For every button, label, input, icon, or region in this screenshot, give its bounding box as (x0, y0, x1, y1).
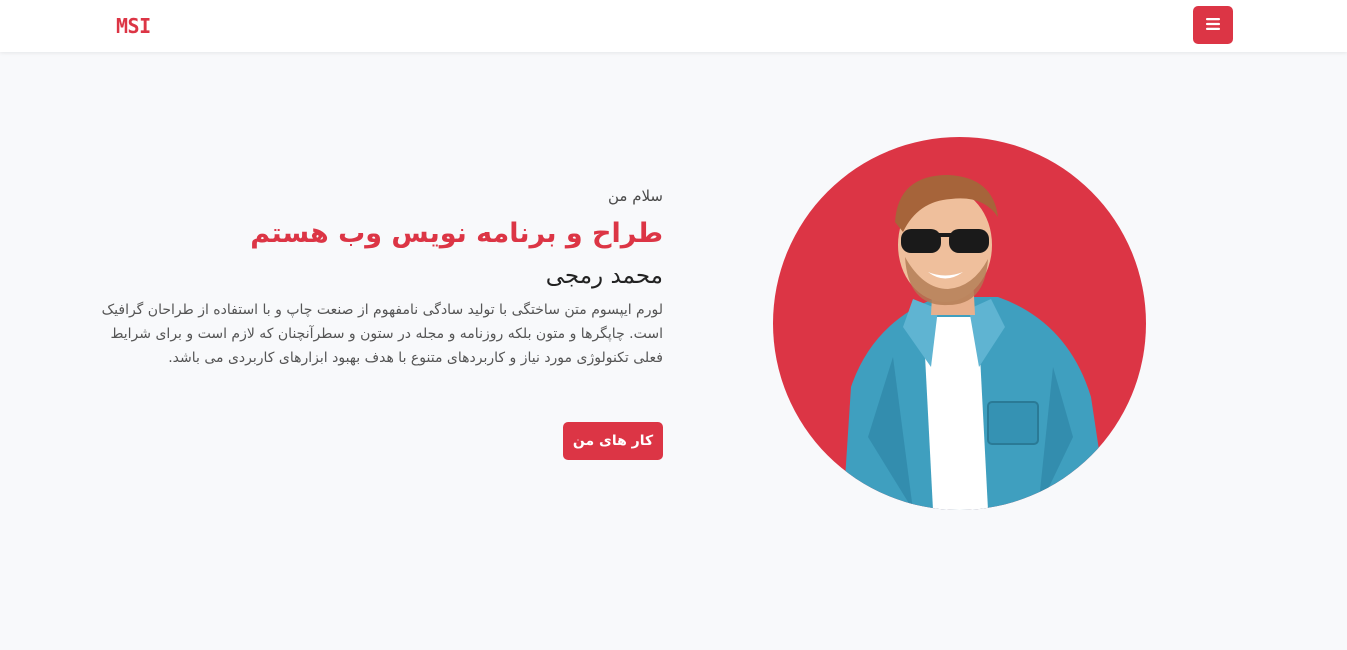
menu-toggle-button[interactable] (1193, 6, 1233, 44)
navbar: MSI (0, 0, 1347, 52)
my-works-button[interactable]: کار های من (563, 422, 663, 460)
brand-logo[interactable]: MSI (116, 14, 151, 38)
hero-greeting: سلام من (607, 187, 663, 205)
hero-description: لورم ایپسوم متن ساختگی با تولید سادگی نا… (101, 302, 663, 366)
hero-name: محمد رمجی (545, 263, 663, 289)
hamburger-menu-icon (1206, 17, 1220, 33)
hero-title: طراح و برنامه نویس وب هستم (250, 218, 663, 249)
hero-text-section: سلام من طراح و برنامه نویس وب هستم محمد … (100, 180, 663, 460)
profile-photo (773, 137, 1146, 510)
